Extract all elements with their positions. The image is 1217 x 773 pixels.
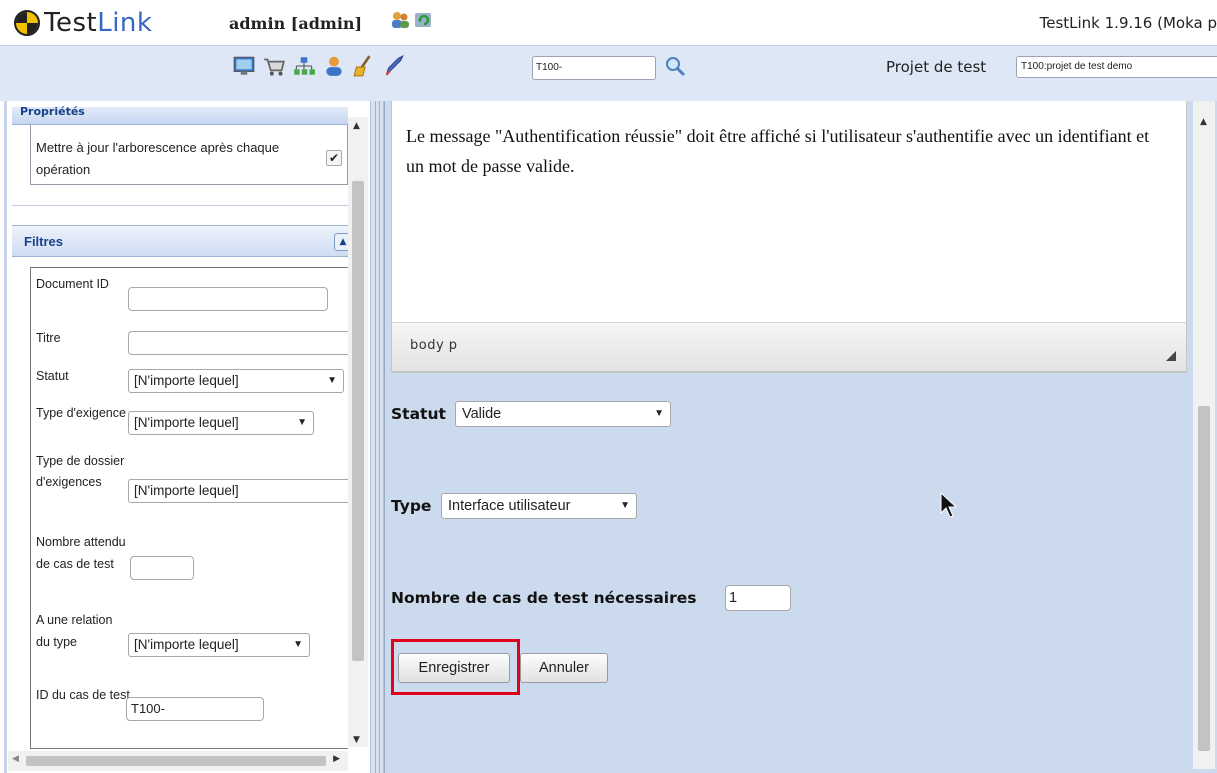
filter-req-type-value: [N'importe lequel] — [134, 415, 239, 430]
filters-header[interactable]: Filtres ▲ — [12, 225, 352, 257]
filter-expected-tc-input[interactable] — [130, 556, 194, 580]
update-tree-label: Mettre à jour l'arborescence après chaqu… — [36, 140, 280, 177]
scroll-left-icon[interactable]: ◀ — [12, 754, 19, 764]
filter-doc-id-label: Document ID — [36, 277, 109, 291]
scroll-thumb[interactable] — [352, 181, 364, 661]
tc-search-input[interactable]: T100- — [532, 56, 656, 80]
filter-status-value: [N'importe lequel] — [134, 373, 239, 388]
resize-handle-icon[interactable] — [1166, 351, 1176, 361]
cart-icon[interactable] — [262, 55, 286, 77]
chevron-down-icon: ▼ — [620, 500, 630, 511]
filter-title-input[interactable] — [128, 331, 350, 355]
users-icon[interactable] — [390, 10, 410, 30]
filter-req-type-select[interactable]: [N'importe lequel] ▼ — [128, 411, 314, 435]
editor-status-bar: body p — [391, 322, 1187, 372]
scroll-thumb[interactable] — [26, 756, 326, 766]
project-label: Projet de test — [886, 58, 987, 76]
rocket-icon[interactable] — [382, 55, 406, 77]
filter-title-label: Titre — [36, 331, 61, 345]
filter-expected-tc-label: Nombre attendu de cas de test — [36, 535, 126, 571]
scope-editor-content[interactable]: Le message "Authentification réussie" do… — [406, 121, 1166, 181]
testlink-logo[interactable]: TestLink — [14, 8, 152, 38]
scroll-thumb[interactable] — [1198, 406, 1210, 751]
status-value: Valide — [462, 406, 502, 422]
filter-folder-type-value: [N'importe lequel] — [134, 483, 239, 498]
requirement-edit-panel: Le message "Authentification réussie" do… — [384, 101, 1217, 773]
status-label: Statut — [391, 405, 446, 423]
update-tree-checkbox[interactable]: ✔ — [326, 150, 342, 166]
filter-status-label: Statut — [36, 369, 69, 383]
chevron-down-icon: ▼ — [654, 408, 664, 419]
editor-element-path[interactable]: body p — [410, 338, 458, 353]
filter-req-type-label: Type d'exigence — [36, 406, 126, 420]
tree-icon[interactable] — [292, 55, 316, 77]
right-vertical-scrollbar[interactable]: ▲ — [1193, 101, 1215, 769]
filter-status-select[interactable]: [N'importe lequel] ▼ — [128, 369, 344, 393]
search-icon[interactable] — [664, 55, 686, 77]
broom-icon[interactable] — [352, 55, 376, 77]
properties-title: Propriétés — [20, 105, 85, 118]
type-label: Type — [391, 497, 432, 515]
logo-text-link: Link — [97, 8, 153, 38]
app-version: TestLink 1.9.16 (Moka p — [1039, 14, 1217, 32]
filters-title: Filtres — [24, 234, 64, 249]
properties-header[interactable]: Propriétés — [12, 105, 348, 125]
scroll-down-icon[interactable]: ▼ — [353, 735, 360, 745]
type-value: Interface utilisateur — [448, 498, 571, 514]
tc-needed-label: Nombre de cas de test nécessaires — [391, 589, 697, 607]
filter-folder-type-label: Type de dossier d'exigences — [36, 454, 125, 489]
chevron-down-icon: ▼ — [293, 639, 303, 650]
type-select[interactable]: Interface utilisateur ▼ — [441, 493, 637, 519]
scroll-up-icon[interactable]: ▲ — [353, 121, 360, 131]
logo-ball-icon — [14, 10, 40, 36]
logo-text-test: Test — [44, 8, 98, 38]
left-panel: Propriétés Mettre à jour l'arborescence … — [0, 101, 370, 773]
left-vertical-scrollbar[interactable]: ▲ ▼ — [348, 117, 368, 747]
filter-tc-id-label: ID du cas de test — [36, 688, 130, 702]
left-horizontal-scrollbar[interactable]: ◀ ▶ — [8, 751, 348, 771]
mouse-cursor-icon — [940, 492, 958, 518]
filter-doc-id-input[interactable] — [128, 287, 328, 311]
filter-relation-select[interactable]: [N'importe lequel] ▼ — [128, 633, 310, 657]
current-user: admin [admin] — [229, 14, 363, 33]
refresh-icon[interactable] — [414, 10, 434, 30]
chevron-down-icon: ▼ — [327, 375, 337, 386]
tc-needed-input[interactable]: 1 — [725, 585, 791, 611]
user-icon[interactable] — [322, 55, 346, 77]
filter-relation-label: A une relation du type — [36, 613, 113, 649]
save-button[interactable]: Enregistrer — [398, 653, 510, 683]
scroll-up-icon[interactable]: ▲ — [1200, 117, 1207, 127]
project-select[interactable]: T100:projet de test demo — [1016, 56, 1217, 78]
filter-folder-type-select[interactable]: [N'importe lequel] — [128, 479, 350, 503]
status-select[interactable]: Valide ▼ — [455, 401, 671, 427]
cancel-button[interactable]: Annuler — [520, 653, 608, 683]
chevron-down-icon: ▼ — [297, 417, 307, 428]
desktop-icon[interactable] — [232, 55, 256, 77]
filter-tc-id-input[interactable]: T100- — [126, 697, 264, 721]
app-header: TestLink admin [admin] TestLink 1.9.16 (… — [0, 0, 1217, 101]
panel-splitter[interactable] — [370, 101, 384, 773]
filter-relation-value: [N'importe lequel] — [134, 637, 239, 652]
scroll-right-icon[interactable]: ▶ — [333, 754, 340, 764]
